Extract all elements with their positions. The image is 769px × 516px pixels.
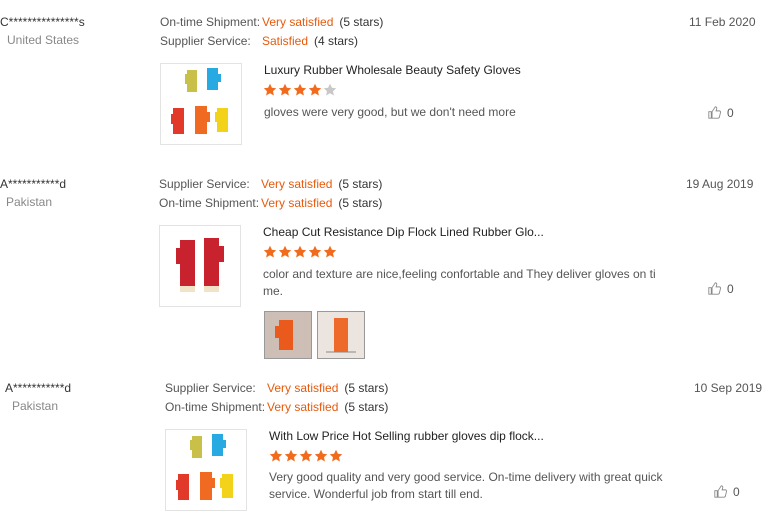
review-date: 10 Sep 2019	[694, 381, 763, 395]
like-count: 0	[733, 485, 740, 499]
star-filled-icon	[314, 449, 328, 462]
star-filled-icon	[329, 449, 343, 462]
rating-supplier-service: Supplier Service: Very satisfied (5 stars)	[165, 381, 388, 395]
reviewer-name: A***********d	[5, 381, 72, 395]
five-colored-gloves-image	[176, 434, 233, 500]
review-item: A***********d Pakistan Supplier Service:…	[0, 0, 769, 516]
rating-stars-text: (5 stars)	[344, 381, 389, 395]
product-title[interactable]: With Low Price Hot Selling rubber gloves…	[269, 429, 544, 443]
thumbs-up-icon	[714, 485, 727, 498]
rating-on-time-shipment: On-time Shipment: Very satisfied (5 stars)	[165, 400, 388, 414]
rating-label: On-time Shipment:	[165, 400, 266, 414]
rating-value: Very satisfied	[267, 400, 339, 414]
like-button[interactable]: 0	[714, 485, 740, 499]
rating-label: Supplier Service:	[165, 381, 256, 395]
star-filled-icon	[284, 449, 298, 462]
reviewer-country: Pakistan	[12, 399, 59, 413]
review-comment: Very good quality and very good service.…	[269, 470, 663, 501]
star-filled-icon	[299, 449, 313, 462]
rating-stars-text: (5 stars)	[344, 400, 389, 414]
rating-value: Very satisfied	[267, 381, 339, 395]
product-thumbnail[interactable]	[165, 429, 247, 511]
star-filled-icon	[269, 449, 283, 462]
product-star-rating	[269, 449, 344, 463]
